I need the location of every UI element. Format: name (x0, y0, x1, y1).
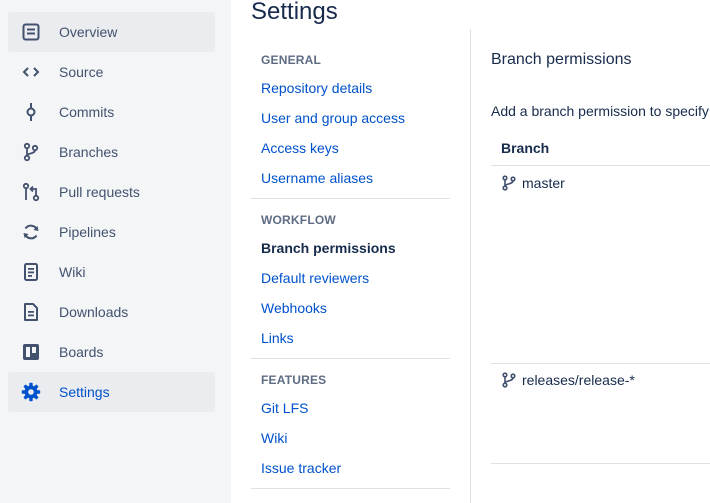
pull-requests-icon (21, 182, 41, 202)
overview-icon (21, 22, 41, 42)
content-title: Branch permissions (491, 51, 632, 68)
subnav-link-issue-tracker[interactable]: Issue tracker (261, 460, 341, 476)
wiki-icon (21, 262, 41, 282)
sidebar-item-settings[interactable]: Settings (8, 372, 215, 412)
table-column-header-branch: Branch (501, 140, 550, 156)
sidebar-item-label: Commits (59, 104, 115, 120)
subnav-link-access-keys[interactable]: Access keys (261, 140, 339, 156)
branch-icon (501, 175, 517, 191)
sidebar-item-label: Settings (59, 384, 110, 400)
sidebar-item-label: Downloads (59, 304, 129, 320)
sidebar-item-label: Pipelines (59, 224, 116, 240)
sidebar-item-pipelines[interactable]: Pipelines (8, 212, 215, 252)
branches-icon (21, 142, 41, 162)
gear-icon (21, 382, 41, 402)
subnav-link-git-lfs[interactable]: Git LFS (261, 400, 308, 416)
table-row-divider (491, 463, 710, 464)
sidebar-item-label: Source (59, 64, 104, 80)
sidebar-item-label: Overview (59, 24, 118, 40)
content-divider (470, 29, 471, 503)
commits-icon (21, 102, 41, 122)
sidebar-item-label: Boards (59, 344, 104, 360)
sidebar-item-label: Pull requests (59, 184, 140, 200)
subnav-divider (251, 358, 450, 359)
branch-icon (501, 372, 517, 388)
subnav-link-links[interactable]: Links (261, 330, 294, 346)
sidebar-item-commits[interactable]: Commits (8, 92, 215, 132)
boards-icon (21, 342, 41, 362)
subnav-link-default-reviewers[interactable]: Default reviewers (261, 270, 369, 286)
sidebar-item-overview[interactable]: Overview (8, 12, 215, 52)
sidebar-item-pull-requests[interactable]: Pull requests (8, 172, 215, 212)
sidebar-item-source[interactable]: Source (8, 52, 215, 92)
table-row[interactable]: releases/release-* (501, 372, 635, 388)
project-sidebar: Overview Source Commits Branches Pull re… (0, 0, 231, 503)
table-row-divider (491, 363, 710, 364)
subnav-heading-general: GENERAL (261, 53, 322, 67)
sidebar-item-label: Wiki (59, 264, 86, 280)
subnav-link-webhooks[interactable]: Webhooks (261, 300, 327, 316)
table-row[interactable]: master (501, 175, 565, 191)
sidebar-item-wiki[interactable]: Wiki (8, 252, 215, 292)
branch-name: releases/release-* (522, 372, 635, 388)
downloads-icon (21, 302, 41, 322)
sidebar-item-branches[interactable]: Branches (8, 132, 215, 172)
subnav-heading-features: FEATURES (261, 373, 327, 387)
subnav-link-username-aliases[interactable]: Username aliases (261, 170, 373, 186)
subnav-link-branch-permissions[interactable]: Branch permissions (261, 240, 396, 256)
sidebar-item-downloads[interactable]: Downloads (8, 292, 215, 332)
table-header-divider (491, 165, 710, 166)
source-icon (21, 62, 41, 82)
subnav-link-wiki[interactable]: Wiki (261, 430, 287, 446)
subnav-link-repository-details[interactable]: Repository details (261, 80, 372, 96)
subnav-link-user-group-access[interactable]: User and group access (261, 110, 405, 126)
branch-name: master (522, 175, 565, 191)
subnav-divider (251, 198, 450, 199)
subnav-divider (251, 488, 450, 489)
sidebar-item-label: Branches (59, 144, 119, 160)
pipelines-icon (21, 222, 41, 242)
sidebar-item-boards[interactable]: Boards (8, 332, 215, 372)
content-description: Add a branch permission to specify (491, 103, 709, 119)
page-title: Settings (251, 0, 338, 25)
subnav-heading-workflow: WORKFLOW (261, 213, 336, 227)
